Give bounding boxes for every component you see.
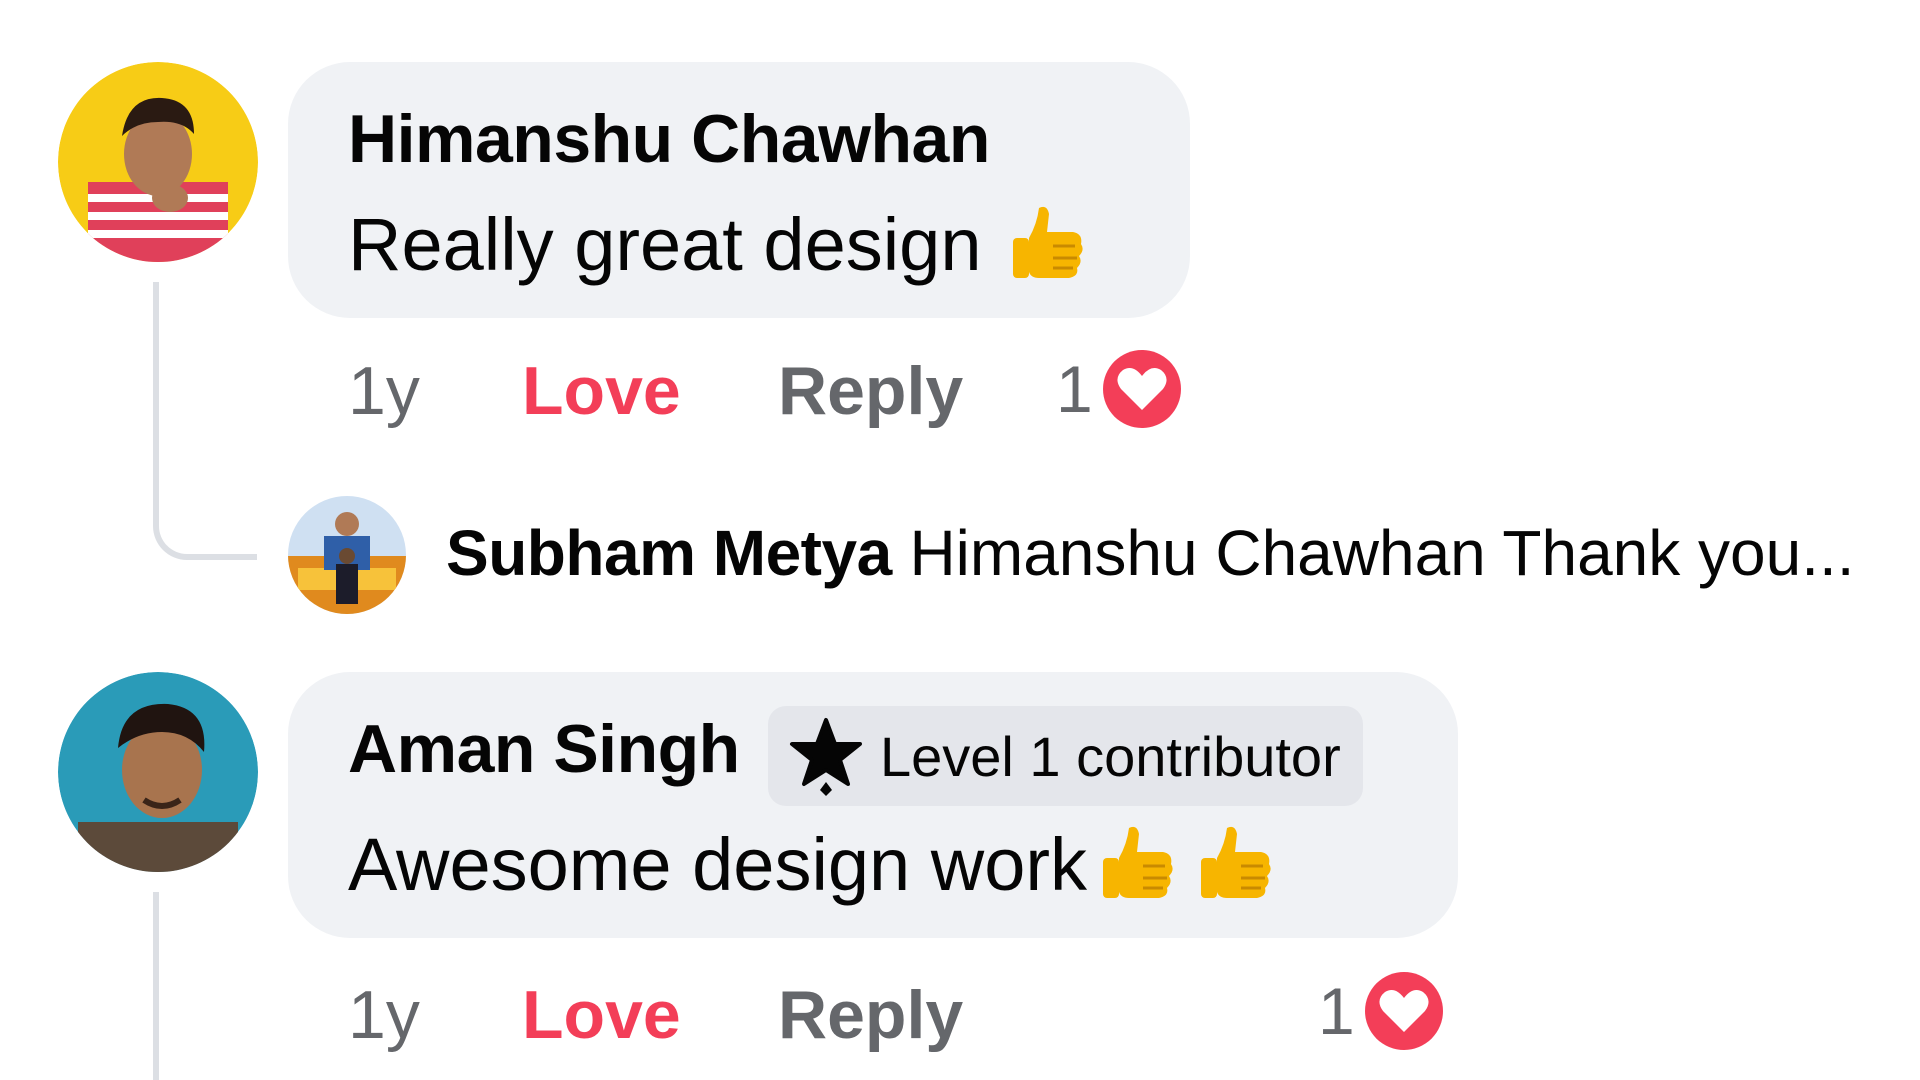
comment-author[interactable]: Himanshu Chawhan (348, 100, 990, 178)
reaction-count: 1 (1318, 974, 1355, 1048)
comment-bubble: Aman Singh Level 1 contributor Awesome d… (288, 672, 1458, 938)
badge-label: Level 1 contributor (880, 724, 1341, 788)
thumbs-up-emoji-icon (1099, 822, 1175, 906)
thread-line (153, 892, 159, 1080)
reply-preview[interactable]: Subham Metya Himanshu Chawhan Thank you.… (446, 516, 1855, 590)
comment-author[interactable]: Aman Singh (348, 710, 740, 788)
love-button[interactable]: Love (522, 352, 681, 430)
reply-button[interactable]: Reply (778, 976, 963, 1054)
comment-text: Awesome design work (348, 814, 1273, 914)
comment-time[interactable]: 1y (348, 976, 420, 1054)
comment-bubble: Himanshu Chawhan Really great design (288, 62, 1190, 318)
avatar-image (58, 672, 258, 872)
comment-time[interactable]: 1y (348, 352, 420, 430)
avatar-aman[interactable] (58, 672, 258, 872)
reaction-count: 1 (1056, 352, 1093, 426)
love-button[interactable]: Love (522, 976, 681, 1054)
heart-icon (1364, 972, 1443, 1050)
heart-icon (1102, 350, 1181, 428)
comment-text-content: Really great design (348, 202, 982, 286)
avatar-himanshu[interactable] (58, 62, 258, 262)
star-badge-icon (788, 716, 864, 796)
avatar-subham[interactable] (288, 496, 406, 614)
reply-author: Subham Metya (446, 517, 892, 589)
comment-text: Really great design (348, 194, 1085, 294)
reaction-summary[interactable]: 1 (1056, 350, 1181, 428)
contributor-badge[interactable]: Level 1 contributor (768, 706, 1363, 806)
comment-text-content: Awesome design work (348, 822, 1087, 906)
avatar-image (58, 62, 258, 262)
avatar-image (288, 496, 406, 614)
reply-text: Himanshu Chawhan Thank you... (909, 517, 1855, 589)
thread-curve (153, 500, 257, 560)
thread-line (153, 282, 159, 512)
reaction-summary[interactable]: 1 (1318, 972, 1443, 1050)
thumbs-up-emoji-icon (1197, 822, 1273, 906)
comments-thread: Himanshu Chawhan Really great design 1y … (0, 0, 1920, 1080)
thumbs-up-emoji-icon (1009, 202, 1085, 286)
reply-button[interactable]: Reply (778, 352, 963, 430)
